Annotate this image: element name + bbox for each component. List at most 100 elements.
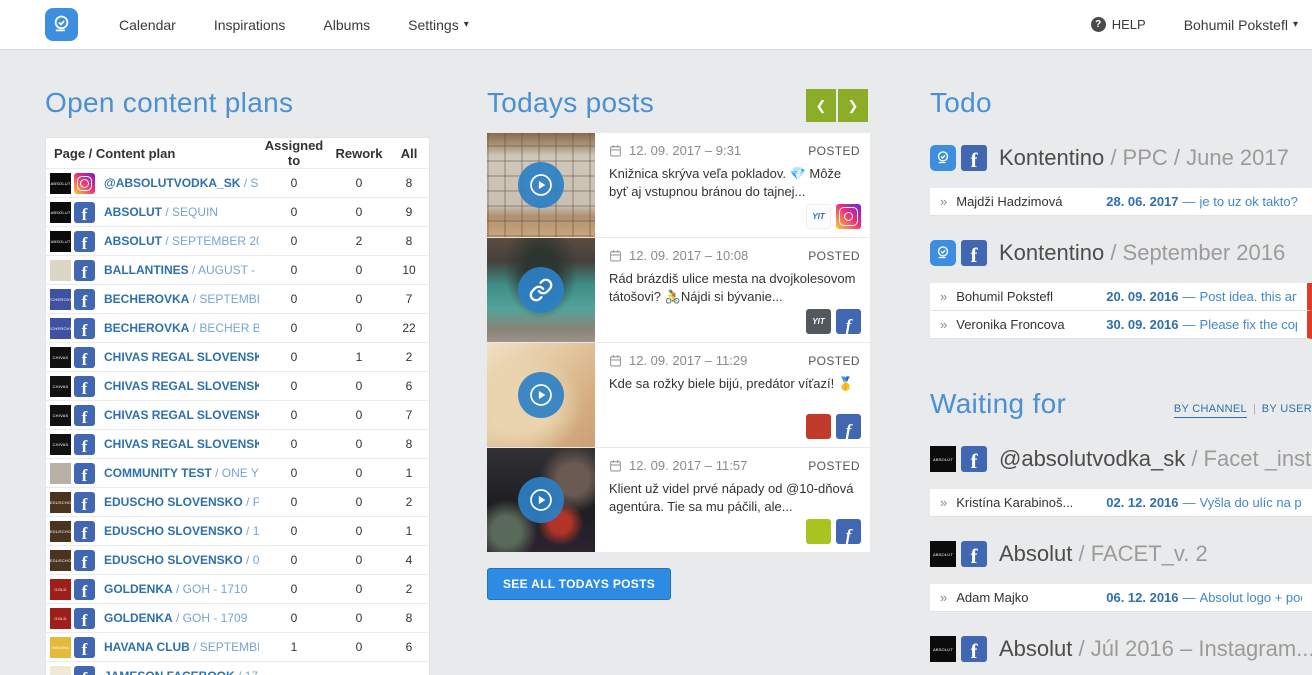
- assigned-count: 0: [259, 582, 329, 596]
- previous-day-button[interactable]: ❮: [806, 89, 836, 122]
- page-logo: [806, 414, 831, 439]
- facebook-icon: [74, 202, 95, 223]
- post-status-badge: POSTED: [808, 144, 860, 158]
- plan-group-title[interactable]: Kontentino / PPC / June 2017: [999, 145, 1289, 171]
- task-text: Please fix the copy: [1200, 317, 1297, 332]
- content-plan-row[interactable]: JAMESONJAMESON FACEBOOK / 17-18: [46, 661, 429, 675]
- task-row[interactable]: »Majdži Hadzimová28. 06. 2017—je to uz o…: [930, 188, 1312, 216]
- double-arrow-icon: »: [940, 317, 947, 332]
- post-status-badge: POSTED: [808, 354, 860, 368]
- play-icon[interactable]: [518, 477, 564, 523]
- plan-group: ABSOLUTAbsolut / Júl 2016 – Instagram...: [930, 636, 1312, 662]
- assigned-count: 0: [259, 234, 329, 248]
- content-plan-row[interactable]: ABSOLUTABSOLUT / SEQUIN009: [46, 197, 429, 226]
- top-navigation-bar: CalendarInspirationsAlbumsSettings▾ ? HE…: [0, 0, 1312, 50]
- content-plan-row[interactable]: CHIVASCHIVAS REGAL SLOVENSKO / ...012: [46, 342, 429, 371]
- assigned-count: 0: [259, 292, 329, 306]
- content-plan-row[interactable]: EDUSCHOEDUSCHO SLOVENSKO / 09-17004: [46, 545, 429, 574]
- user-menu[interactable]: Bohumil Pokstefl ▾: [1184, 17, 1298, 33]
- page-avatar: [50, 463, 71, 484]
- play-icon[interactable]: [518, 162, 564, 208]
- facebook-icon: [836, 309, 861, 334]
- all-count: 7: [389, 292, 429, 306]
- facebook-icon: [836, 414, 861, 439]
- task-date: 30. 09. 2016: [1106, 317, 1178, 332]
- post-card[interactable]: 12. 09. 2017 – 10:08POSTEDRád brázdiš ul…: [487, 238, 870, 343]
- page-logo: YIT: [806, 309, 831, 334]
- task-row[interactable]: »Adam Majko06. 12. 2016—Absolut logo + p…: [930, 584, 1312, 612]
- plan-group: ABSOLUTAbsolut / FACET_v. 2»Adam Majko06…: [930, 541, 1312, 612]
- content-plan-row[interactable]: GOLDGOLDENKA / GOH - 1710002: [46, 574, 429, 603]
- assigned-count: 0: [259, 611, 329, 625]
- next-day-button[interactable]: ❯: [838, 89, 868, 122]
- content-plans-table: Page / Content plan Assigned to Rework A…: [45, 137, 430, 675]
- task-user: Veronika Froncova: [956, 317, 1106, 332]
- assigned-count: 0: [259, 408, 329, 422]
- post-card[interactable]: 12. 09. 2017 – 9:31POSTEDKnižnica skrýva…: [487, 133, 870, 238]
- content-plan-row[interactable]: COMMUNITY TEST / ONE YE...001: [46, 458, 429, 487]
- rework-count: 0: [329, 321, 389, 335]
- plan-group-title[interactable]: Absolut / Júl 2016 – Instagram...: [999, 636, 1312, 662]
- post-text: Klient už videl prvé nápady od @10-dňová…: [609, 480, 860, 516]
- page-logo: YIT: [806, 204, 831, 229]
- rework-count: 0: [329, 379, 389, 393]
- content-plan-row[interactable]: ABSOLUTABSOLUT / SEPTEMBER 2017028: [46, 226, 429, 255]
- filter-separator: |: [1253, 403, 1256, 415]
- chevron-down-icon: ▾: [464, 19, 469, 30]
- post-card[interactable]: 12. 09. 2017 – 11:57POSTEDKlient už vide…: [487, 448, 870, 553]
- plan-group-title[interactable]: Absolut / FACET_v. 2: [999, 541, 1208, 567]
- content-plan-row[interactable]: GOLDGOLDENKA / GOH - 1709008: [46, 603, 429, 632]
- task-row[interactable]: »Veronika Froncova30. 09. 2016—Please fi…: [930, 311, 1312, 339]
- plan-group: Kontentino / September 2016 »Bohumil Poks…: [930, 240, 1312, 339]
- content-plan-name: EDUSCHO SLOVENSKO / 10-17: [104, 524, 259, 538]
- content-plan-name: CHIVAS REGAL SLOVENSKO / ...: [104, 437, 259, 451]
- content-plan-row[interactable]: CHIVASCHIVAS REGAL SLOVENSKO / ...007: [46, 400, 429, 429]
- plan-group-title[interactable]: @absolutvodka_sk / Facet _instagram: [999, 446, 1312, 472]
- task-row[interactable]: »Kristína Karabinoš...02. 12. 2016—Vyšla…: [930, 489, 1312, 517]
- filter-by-user[interactable]: BY USER: [1262, 403, 1312, 415]
- nav-item-calendar[interactable]: Calendar: [100, 17, 195, 33]
- content-plan-row[interactable]: BECHEROVKABECHEROVKA / BECHER BET...0022: [46, 313, 429, 342]
- content-plan-row[interactable]: BALLANTINES / AUGUST - SE...0010: [46, 255, 429, 284]
- kontentino-logo[interactable]: [45, 8, 78, 41]
- content-plan-row[interactable]: BECHEROVKABECHEROVKA / SEPTEMBER ...007: [46, 284, 429, 313]
- assigned-count: 0: [259, 379, 329, 393]
- facebook-icon: [961, 446, 987, 472]
- rework-count: 0: [329, 582, 389, 596]
- question-icon: ?: [1091, 17, 1106, 32]
- content-plan-row[interactable]: CHIVASCHIVAS REGAL SLOVENSKO / ...008: [46, 429, 429, 458]
- absolut-page-avatar: ABSOLUT: [930, 446, 956, 472]
- nav-item-inspirations[interactable]: Inspirations: [195, 17, 305, 33]
- plan-group: Kontentino / PPC / June 2017 »Majdži Hadz…: [930, 145, 1312, 216]
- plan-group-title[interactable]: Kontentino / September 2016: [999, 240, 1285, 266]
- chevron-down-icon: ▾: [1293, 19, 1298, 30]
- nav-item-settings[interactable]: Settings▾: [389, 17, 488, 33]
- content-plan-name: BECHEROVKA / SEPTEMBER ...: [104, 292, 259, 306]
- filter-by-channel[interactable]: BY CHANNEL: [1174, 403, 1247, 418]
- all-count: 22: [389, 321, 429, 335]
- content-plan-row[interactable]: HAVANAHAVANA CLUB / SEPTEMBER ...106: [46, 632, 429, 661]
- rework-count: 0: [329, 553, 389, 567]
- task-row[interactable]: »Bohumil Pokstefl20. 09. 2016—Post idea.…: [930, 283, 1312, 311]
- facebook-icon: [74, 579, 95, 600]
- see-all-todays-posts-button[interactable]: SEE ALL TODAYS POSTS: [487, 568, 671, 600]
- nav-item-albums[interactable]: Albums: [304, 17, 389, 33]
- page-avatar: BECHEROVKA: [50, 289, 71, 310]
- content-plan-row[interactable]: CHIVASCHIVAS REGAL SLOVENSKO / ...006: [46, 371, 429, 400]
- column-header-rework: Rework: [329, 146, 389, 161]
- task-date: 02. 12. 2016: [1106, 495, 1178, 510]
- content-plan-row[interactable]: ABSOLUT@ABSOLUTVODKA_SK / SEPT...008: [46, 168, 429, 197]
- play-icon[interactable]: [518, 372, 564, 418]
- assigned-count: 0: [259, 495, 329, 509]
- content-plan-row[interactable]: EDUSCHOEDUSCHO SLOVENSKO / PAG...002: [46, 487, 429, 516]
- page-avatar: ABSOLUT: [50, 173, 71, 194]
- content-plan-row[interactable]: EDUSCHOEDUSCHO SLOVENSKO / 10-17001: [46, 516, 429, 545]
- content-plan-name: JAMESON FACEBOOK / 17-18: [104, 669, 259, 675]
- all-count: 4: [389, 553, 429, 567]
- link-icon[interactable]: [518, 267, 564, 313]
- post-card[interactable]: 12. 09. 2017 – 11:29POSTEDKde sa rožky b…: [487, 343, 870, 448]
- content-plan-name: CHIVAS REGAL SLOVENSKO / ...: [104, 350, 259, 364]
- help-button[interactable]: ? HELP: [1091, 17, 1146, 32]
- all-count: 2: [389, 582, 429, 596]
- page-avatar: GOLD: [50, 608, 71, 629]
